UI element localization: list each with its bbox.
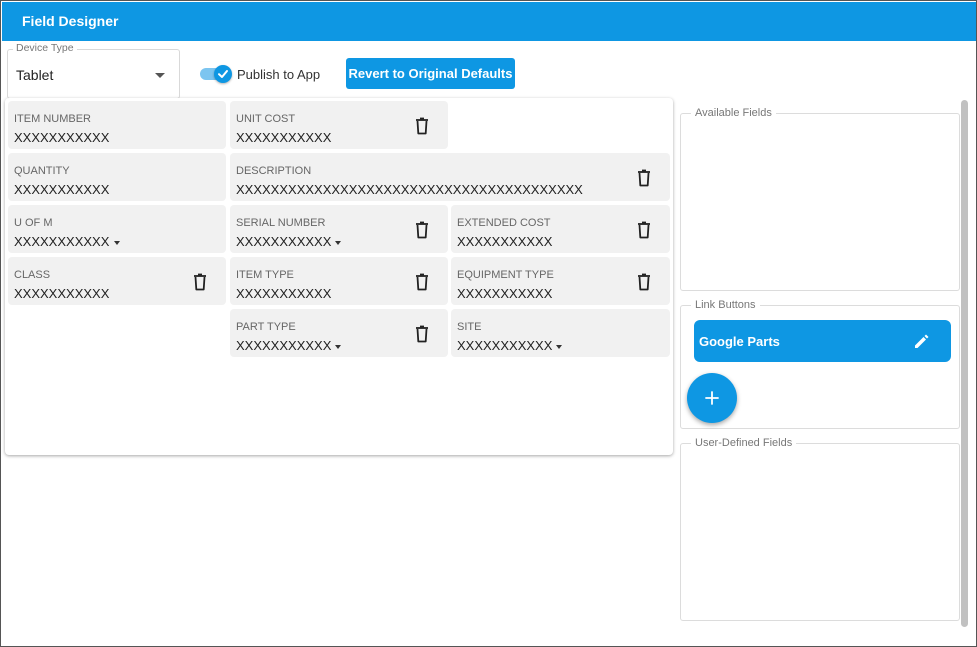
user-defined-fields-box: User-Defined Fields [680,437,960,621]
field-value: XXXXXXXXXXX [457,338,553,353]
window-title: Field Designer [2,2,976,41]
field-value: XXXXXXXXXXXXXXXXXXXXXXXXXXXXXXXXXXXXXXXX [236,182,583,197]
pencil-icon[interactable] [913,332,931,350]
trash-icon[interactable] [415,221,429,239]
field-label: DESCRIPTION [236,165,312,177]
link-button-google-parts[interactable]: Google Parts [694,320,951,362]
field-card[interactable]: SERIAL NUMBER XXXXXXXXXXX [230,205,448,253]
field-label: SERIAL NUMBER [236,217,326,229]
device-type-legend: Device Type [13,42,77,54]
field-card[interactable]: ITEM NUMBER XXXXXXXXXXX [8,101,226,149]
caret-down-icon[interactable] [335,345,341,349]
trash-icon[interactable] [415,273,429,291]
link-buttons-legend: Link Buttons [691,299,760,311]
check-icon [218,70,228,78]
device-type-select[interactable]: Device Type Tablet [7,42,180,99]
trash-icon[interactable] [415,117,429,135]
field-value: XXXXXXXXXXX [236,338,332,353]
caret-down-icon[interactable] [556,345,562,349]
field-value: XXXXXXXXXXX [236,130,332,145]
publish-label: Publish to App [237,67,321,82]
field-designer-window: Field Designer Device Type Tablet Publis… [0,0,977,647]
caret-down-icon [155,73,165,78]
field-label: UNIT COST [236,113,296,125]
plus-icon [705,391,719,405]
field-value: XXXXXXXXXXX [236,234,332,249]
field-label: ITEM TYPE [236,269,294,281]
field-value: XXXXXXXXXXX [14,130,110,145]
revert-defaults-button[interactable]: Revert to Original Defaults [346,58,515,89]
field-label: SITE [457,321,482,333]
link-buttons-box: Link Buttons Google Parts [680,299,960,429]
field-label: CLASS [14,269,51,281]
toggle-knob [214,65,232,83]
publish-toggle[interactable] [200,65,234,83]
user-defined-fields-legend: User-Defined Fields [691,437,797,449]
field-card[interactable]: SITE XXXXXXXXXXX [451,309,670,357]
available-fields-legend: Available Fields [691,107,776,119]
field-card[interactable]: ITEM TYPE XXXXXXXXXXX [230,257,448,305]
trash-icon[interactable] [415,325,429,343]
field-value: XXXXXXXXXXX [457,286,553,301]
field-label: PART TYPE [236,321,296,333]
field-label: QUANTITY [14,165,70,177]
field-label: EQUIPMENT TYPE [457,269,554,281]
link-button-label: Google Parts [699,334,780,349]
available-fields-box: Available Fields [680,107,960,291]
field-value: XXXXXXXXXXX [14,182,110,197]
trash-icon[interactable] [637,169,651,187]
field-card[interactable]: U OF M XXXXXXXXXXX [8,205,226,253]
caret-down-icon[interactable] [114,241,120,245]
field-card[interactable]: DESCRIPTION XXXXXXXXXXXXXXXXXXXXXXXXXXXXX… [230,153,670,201]
trash-icon[interactable] [637,273,651,291]
field-value: XXXXXXXXXXX [236,286,332,301]
trash-icon[interactable] [193,273,207,291]
layout-panel: ITEM NUMBER XXXXXXXXXXX UNIT COST XXXXXXXXX… [5,98,673,455]
device-type-value: Tablet [16,67,54,83]
field-value: XXXXXXXXXXX [14,286,110,301]
field-value: XXXXXXXXXXX [14,234,110,249]
trash-icon[interactable] [637,221,651,239]
field-card[interactable]: QUANTITY XXXXXXXXXXX [8,153,226,201]
field-value: XXXXXXXXXXX [457,234,553,249]
field-label: ITEM NUMBER [14,113,91,125]
caret-down-icon[interactable] [335,241,341,245]
field-card[interactable]: UNIT COST XXXXXXXXXXX [230,101,448,149]
field-label: EXTENDED COST [457,217,551,229]
field-label: U OF M [14,217,53,229]
field-card[interactable]: EQUIPMENT TYPE XXXXXXXXXXX [451,257,670,305]
add-link-button[interactable] [687,373,737,423]
field-card[interactable]: PART TYPE XXXXXXXXXXX [230,309,448,357]
field-card[interactable]: CLASS XXXXXXXXXXX [8,257,226,305]
scrollbar[interactable] [961,100,968,627]
field-card[interactable]: EXTENDED COST XXXXXXXXXXX [451,205,670,253]
